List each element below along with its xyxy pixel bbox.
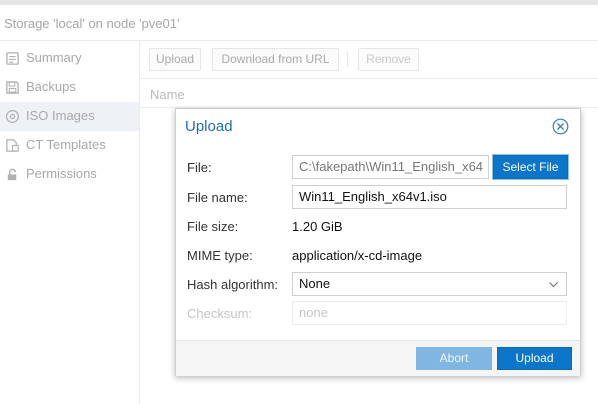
close-icon[interactable] xyxy=(552,118,569,135)
disc-icon xyxy=(4,108,20,124)
sidebar-item-label: ISO Images xyxy=(26,108,95,123)
filesize-value: 1.20 GiB xyxy=(292,219,343,234)
dialog-title: Upload xyxy=(185,118,233,135)
sidebar-item-label: Permissions xyxy=(26,166,97,181)
template-icon xyxy=(4,137,20,153)
file-label: File: xyxy=(187,160,212,175)
mime-type-value: application/x-cd-image xyxy=(292,248,423,263)
abort-button[interactable]: Abort xyxy=(416,347,492,370)
panel-header: Storage 'local' on node 'pve01' xyxy=(0,5,598,41)
sidebar-item-permissions[interactable]: Permissions xyxy=(0,160,139,189)
chevron-down-icon xyxy=(548,278,559,289)
filename-field[interactable]: Win11_English_x64v1.iso xyxy=(292,185,567,209)
sidebar-item-label: Summary xyxy=(26,50,82,65)
hash-algorithm-select[interactable]: None xyxy=(292,272,567,296)
filename-label: File name: xyxy=(187,190,248,205)
sidebar-item-label: Backups xyxy=(26,79,76,94)
remove-button[interactable]: Remove xyxy=(358,48,419,71)
upload-dialog: Upload File: C:\fakepath\Win11_English_x… xyxy=(175,108,581,376)
select-file-button[interactable]: Select File xyxy=(493,155,568,179)
sidebar-item-iso-images[interactable]: ISO Images xyxy=(0,102,139,131)
checksum-field[interactable]: none xyxy=(292,301,567,325)
checksum-label: Checksum: xyxy=(187,306,253,321)
column-header-name[interactable]: Name xyxy=(150,87,185,102)
summary-icon xyxy=(4,50,20,66)
sidebar-item-label: CT Templates xyxy=(26,137,106,152)
grid-header: Name xyxy=(140,78,598,108)
hash-algorithm-label: Hash algorithm: xyxy=(187,277,279,292)
download-from-url-button[interactable]: Download from URL xyxy=(212,48,339,71)
filesize-label: File size: xyxy=(187,219,239,234)
unlock-icon xyxy=(4,166,20,182)
toolbar: Upload Download from URL Remove xyxy=(140,42,598,76)
hash-algorithm-value: None xyxy=(299,276,331,291)
sidebar: Summary Backups ISO Images CT Templates … xyxy=(0,42,140,404)
file-path-field[interactable]: C:\fakepath\Win11_English_x64 xyxy=(292,155,489,179)
toolbar-separator xyxy=(347,52,348,67)
panel-title: Storage 'local' on node 'pve01' xyxy=(4,16,180,31)
sidebar-item-backups[interactable]: Backups xyxy=(0,73,139,102)
dialog-footer: Abort Upload xyxy=(176,340,580,376)
sidebar-item-summary[interactable]: Summary xyxy=(0,44,139,73)
upload-button[interactable]: Upload xyxy=(149,48,201,71)
dialog-upload-button[interactable]: Upload xyxy=(497,347,572,370)
sidebar-item-ct-templates[interactable]: CT Templates xyxy=(0,131,139,160)
floppy-icon xyxy=(4,79,20,95)
mime-type-label: MIME type: xyxy=(187,248,253,263)
